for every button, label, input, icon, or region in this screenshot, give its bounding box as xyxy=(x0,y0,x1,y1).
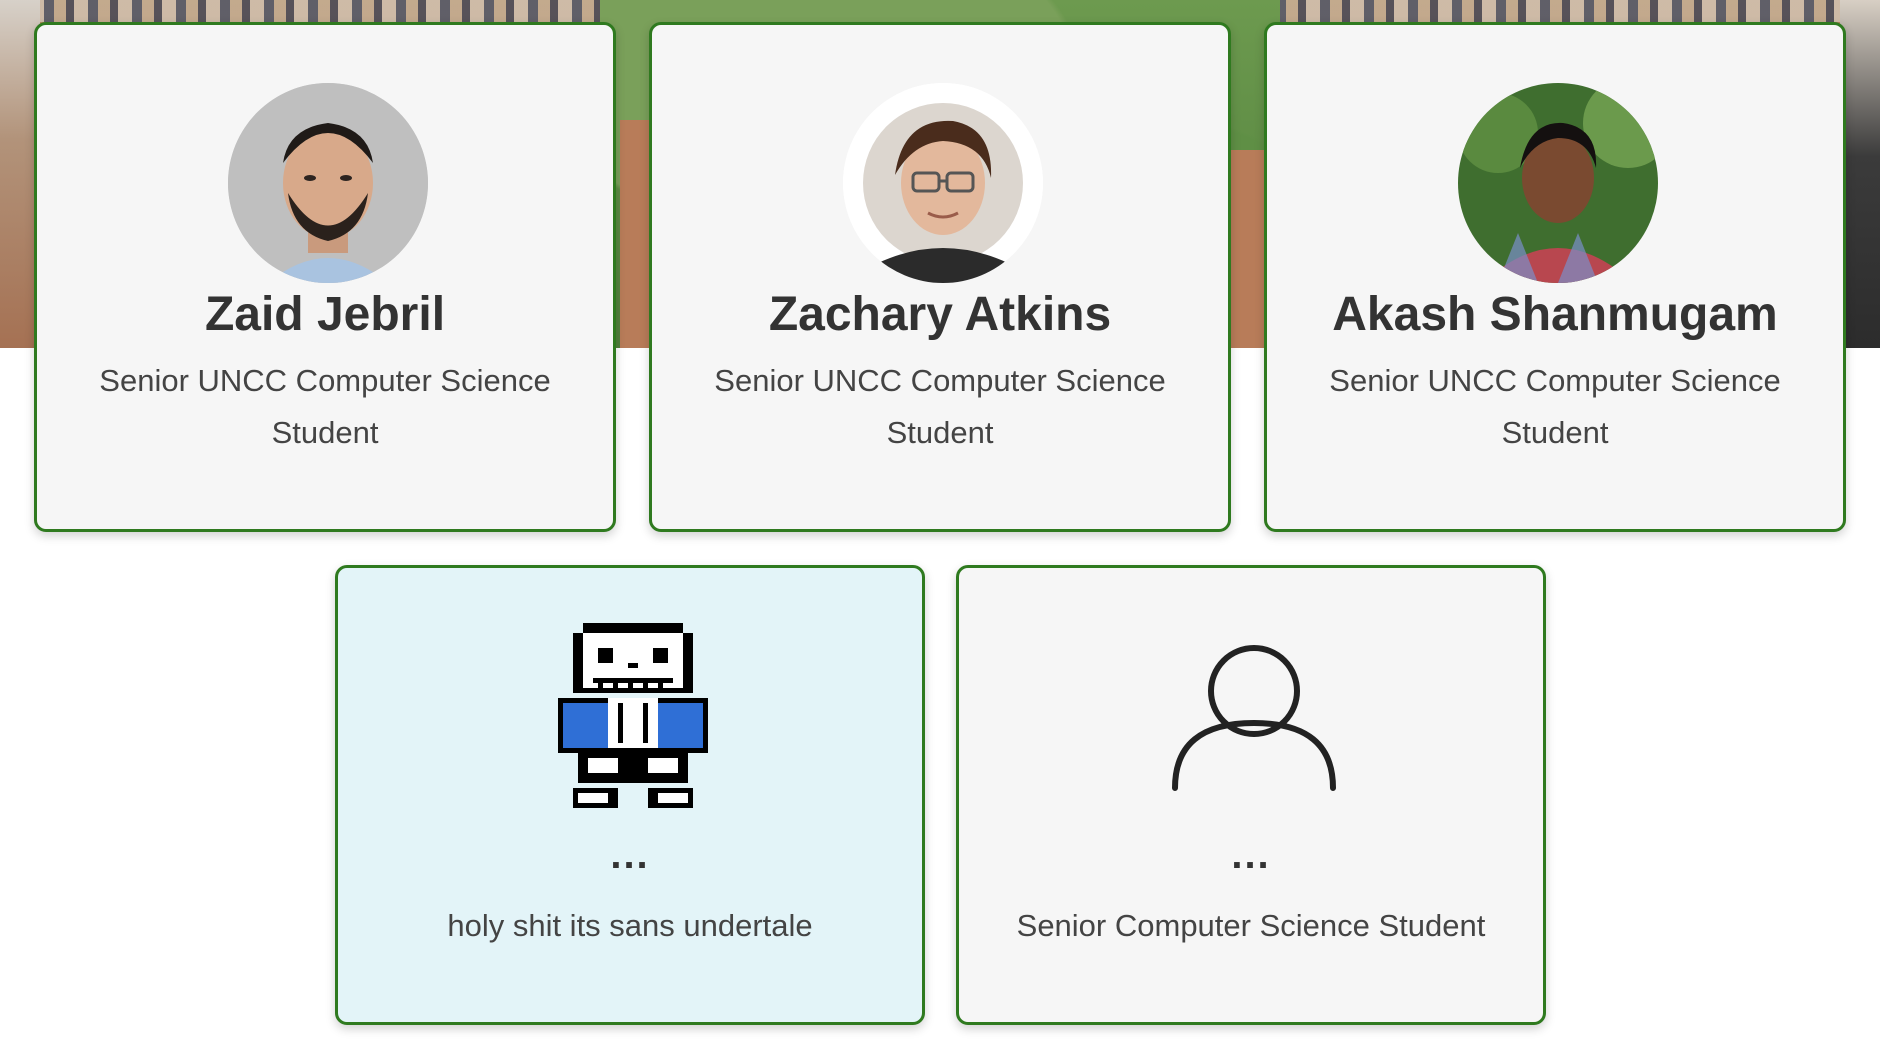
member-name: ... xyxy=(1231,833,1271,877)
pixel-skeleton-sprite-icon xyxy=(558,623,708,813)
member-name: Akash Shanmugam xyxy=(1332,288,1778,341)
avatar-photo xyxy=(1458,83,1658,283)
user-outline-icon xyxy=(1169,643,1339,793)
member-role: Senior UNCC Computer Science Student xyxy=(714,363,1166,450)
team-card-zaid: Zaid Jebril Senior UNCC Computer Science… xyxy=(34,22,616,532)
member-role: holy shit its sans undertale xyxy=(447,908,813,943)
team-card-placeholder: ... Senior Computer Science Student xyxy=(956,565,1546,1025)
member-role: Senior Computer Science Student xyxy=(1016,908,1486,943)
team-page: Zaid Jebril Senior UNCC Computer Science… xyxy=(0,0,1880,1054)
member-name: Zaid Jebril xyxy=(204,288,446,341)
team-card-sans: ... holy shit its sans undertale xyxy=(335,565,925,1025)
member-role: Senior UNCC Computer Science Student xyxy=(1329,363,1781,450)
avatar-photo xyxy=(228,83,428,283)
member-name: ... xyxy=(610,833,650,877)
team-card-zachary: Zachary Atkins Senior UNCC Computer Scie… xyxy=(649,22,1231,532)
avatar-photo xyxy=(843,83,1043,283)
member-name: Zachary Atkins xyxy=(768,288,1112,341)
member-role: Senior UNCC Computer Science Student xyxy=(99,363,551,450)
team-card-akash: Akash Shanmugam Senior UNCC Computer Sci… xyxy=(1264,22,1846,532)
